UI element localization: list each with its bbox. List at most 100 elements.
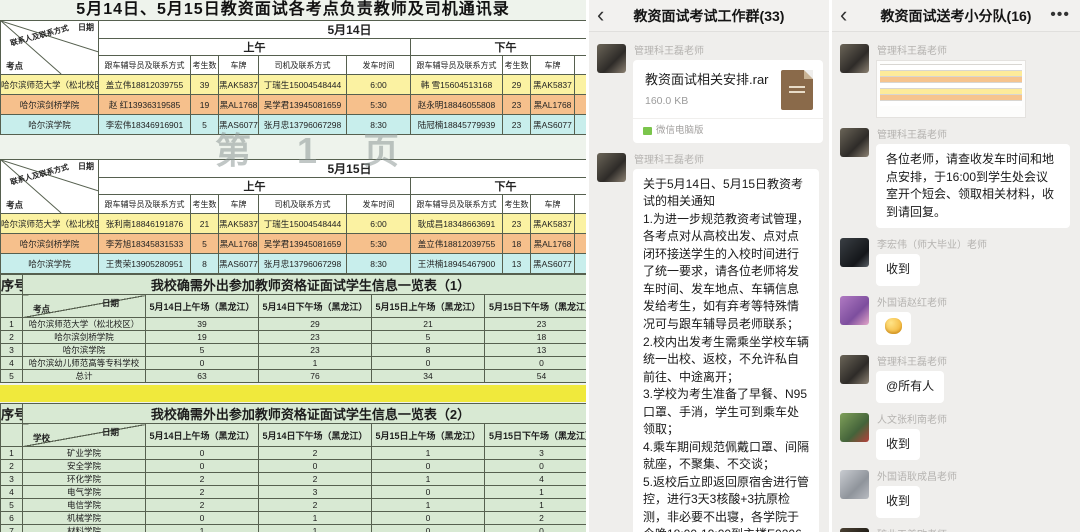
- student-count-table-1: 序号我校确需外出参加教师资格证面试学生信息一览表（1）日期考点5月14日上午场（…: [0, 274, 586, 383]
- school-cell: 电气学院: [23, 486, 146, 499]
- column-header-cell: 5月14日下午场（黑龙江）: [259, 424, 372, 447]
- count-cell: 21: [372, 318, 485, 331]
- back-icon[interactable]: ‹: [840, 0, 847, 30]
- count-cell: 2: [146, 473, 259, 486]
- chat-message: 人文张利南老师收到: [832, 405, 1080, 463]
- table-cell: 丁瑞生15004548444: [259, 214, 347, 234]
- avatar[interactable]: [597, 44, 626, 73]
- text-message-bubble[interactable]: 收到: [876, 254, 920, 286]
- sender-name: 管理科王磊老师: [877, 126, 1070, 141]
- count-cell: 2: [146, 499, 259, 512]
- sender-name: 外国语耿成昌老师: [877, 468, 1070, 483]
- chat-header: ‹ 教资面试送考小分队(16) •••: [832, 0, 1080, 32]
- table-cell: 39: [191, 75, 219, 95]
- screenshot-composite: 5月14日、5月15日教资面试各考点负责教师及司机通讯录 日期联系人及联系方式考…: [0, 0, 1080, 532]
- count-cell: 3: [485, 447, 587, 460]
- table-cell: 赵永明18846055808: [411, 95, 503, 115]
- count-cell: 0: [372, 525, 485, 532]
- image-attachment-spreadsheet[interactable]: [876, 60, 1026, 118]
- text-message-bubble[interactable]: 关于5月14日、5月15日教资考试的相关通知 1.为进一步规范教资考试管理，各考…: [633, 169, 819, 532]
- count-cell: 3: [1, 473, 23, 486]
- clasped-hands-emoji: [885, 318, 902, 334]
- table-cell: 黑AS6077: [219, 254, 259, 274]
- text-message-bubble[interactable]: 各位老师，请查收发车时间和地点安排，于16:00到学生处会议室开个短会、领取相关…: [876, 144, 1070, 228]
- afternoon-header-cell: 下午: [411, 178, 587, 195]
- table-cell: 黑AL1768: [219, 95, 259, 115]
- count-cell: 1: [372, 499, 485, 512]
- column-header-cell: 5月15日下午场（黑龙江）: [485, 424, 587, 447]
- avatar[interactable]: [840, 296, 869, 325]
- table-cell: 8:30: [347, 254, 411, 274]
- column-header-cell: 跟车辅导员及联系方式: [411, 56, 503, 75]
- column-header-cell: 车牌: [531, 56, 575, 75]
- count-cell: 2: [259, 473, 372, 486]
- school-cell: 哈尔滨学院: [23, 344, 146, 357]
- text-message-bubble[interactable]: 收到: [876, 429, 920, 461]
- text-message-bubble[interactable]: 收到: [876, 486, 920, 518]
- count-cell: 2: [1, 460, 23, 473]
- column-header-cell: 车牌: [531, 195, 575, 214]
- table-cell: 黑AL1768: [219, 234, 259, 254]
- table-cell: 23: [503, 214, 531, 234]
- avatar[interactable]: [840, 528, 869, 532]
- count-cell: 1: [1, 447, 23, 460]
- table-cell: 张月忠13796067298: [259, 115, 347, 135]
- corner-date-label: 日期: [78, 22, 94, 33]
- column-header-cell: 跟车辅导员及联系方式: [99, 195, 191, 214]
- clipped-column-cell: [575, 75, 587, 95]
- text-message-bubble[interactable]: @所有人: [876, 371, 944, 403]
- school-cell: 电信学院: [23, 499, 146, 512]
- count-cell: 1: [372, 473, 485, 486]
- table-cell: 吴学君13945081659: [259, 234, 347, 254]
- count-cell: 5: [372, 331, 485, 344]
- corner-venue-label: 考点: [6, 199, 23, 211]
- morning-header-cell: 上午: [99, 39, 411, 56]
- column-header-cell: 5月14日上午场（黑龙江）: [146, 295, 259, 318]
- avatar[interactable]: [840, 413, 869, 442]
- table-cell: 韩 雪15604513168: [411, 75, 503, 95]
- table-cell: 8:30: [347, 115, 411, 135]
- contact-table-may15: 日期联系人及联系方式考点5月15日上午下午跟车辅导员及联系方式考生数车牌司机及联…: [0, 159, 586, 274]
- back-icon[interactable]: ‹: [597, 0, 604, 30]
- column-header-cell: 考生数: [503, 195, 531, 214]
- wechat-pc-icon: [643, 127, 652, 135]
- count-cell: 3: [1, 344, 23, 357]
- table-cell: 盖立伟18812039755: [99, 75, 191, 95]
- avatar[interactable]: [840, 470, 869, 499]
- column-header-cell: 跟车辅导员及联系方式: [99, 56, 191, 75]
- table-row: 3哈尔滨学院523813: [1, 344, 587, 357]
- table-cell: 李芳旭18345831533: [99, 234, 191, 254]
- table-cell: 王贵荣13905280951: [99, 254, 191, 274]
- column-header-cell: 考生数: [191, 56, 219, 75]
- contact-sheet-title: 5月14日、5月15日教资面试各考点负责教师及司机通讯录: [0, 0, 586, 20]
- avatar[interactable]: [840, 355, 869, 384]
- count-cell: 1: [1, 318, 23, 331]
- school-cell: 哈尔滨幼儿师范高等专科学校: [23, 357, 146, 370]
- count-cell: 4: [485, 473, 587, 486]
- avatar[interactable]: [597, 153, 626, 182]
- emoji-message-bubble[interactable]: [876, 312, 911, 346]
- count-cell: 8: [372, 344, 485, 357]
- count-cell: 0: [372, 460, 485, 473]
- table-cell: 5:30: [347, 234, 411, 254]
- avatar[interactable]: [840, 44, 869, 73]
- count-cell: 4: [1, 357, 23, 370]
- school-cell: 安全学院: [23, 460, 146, 473]
- date-header-cell: 5月15日: [99, 160, 587, 178]
- avatar[interactable]: [840, 128, 869, 157]
- count-cell: 0: [485, 525, 587, 532]
- more-menu-icon[interactable]: •••: [1050, 0, 1070, 30]
- table-cell: 张月忠13796067298: [259, 254, 347, 274]
- count-cell: 0: [372, 486, 485, 499]
- table-cell: 18: [503, 234, 531, 254]
- count-cell: 0: [146, 460, 259, 473]
- column-header-cell: 5月14日下午场（黑龙江）: [259, 295, 372, 318]
- count-cell: 0: [259, 460, 372, 473]
- avatar[interactable]: [840, 238, 869, 267]
- chat-header: ‹ 教资面试考试工作群(33): [589, 0, 829, 32]
- count-cell: 23: [259, 331, 372, 344]
- index-spacer-cell: [1, 295, 23, 318]
- corner-school-label: 考点: [33, 303, 50, 315]
- sender-name: 管理科王磊老师: [877, 353, 1070, 368]
- file-attachment-card[interactable]: 教资面试相关安排.rar160.0 KB微信电脑版: [633, 60, 823, 143]
